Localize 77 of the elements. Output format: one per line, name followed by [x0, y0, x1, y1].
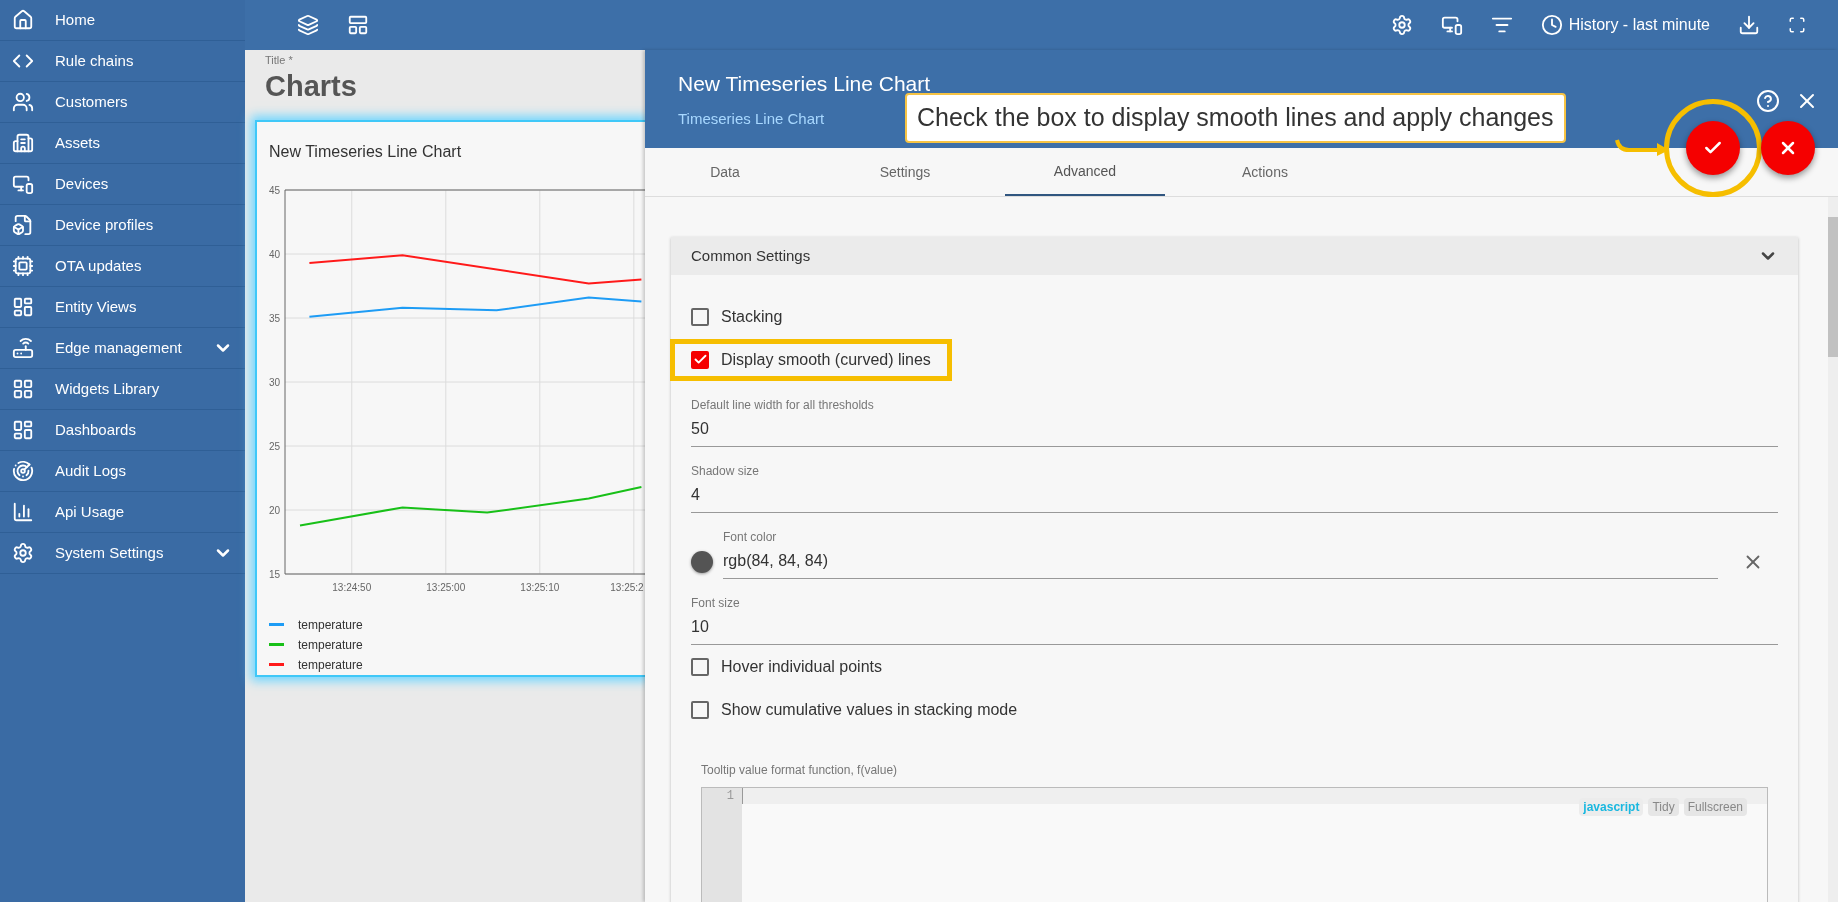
sidebar-item[interactable]: Edge management: [0, 328, 245, 369]
x-tick-label: 13:24:50: [332, 582, 372, 593]
checkbox-label: Show cumulative values in stacking mode: [721, 699, 1018, 720]
checkbox-label: Display smooth (curved) lines: [721, 349, 931, 370]
sidebar-item-icon: [12, 337, 34, 359]
sidebar-item[interactable]: Dashboards: [0, 410, 245, 451]
editor-button[interactable]: Fullscreen: [1683, 798, 1747, 816]
sidebar-item-icon: [12, 378, 34, 400]
sidebar-item[interactable]: Device profiles: [0, 205, 245, 246]
y-tick-label: 25: [268, 441, 280, 452]
timewindow-button[interactable]: History - last minute: [1540, 13, 1710, 37]
panel-subtitle: Timeseries Line Chart: [678, 108, 825, 129]
y-tick-label: 30: [268, 377, 280, 388]
y-tick-label: 15: [268, 569, 280, 580]
settings-icon[interactable]: [1390, 14, 1413, 36]
y-tick-label: 20: [268, 505, 280, 516]
sidebar-item[interactable]: Assets: [0, 123, 245, 164]
section-header[interactable]: Common Settings: [671, 237, 1798, 275]
x-tick-label: 13:25:2: [610, 582, 644, 593]
y-tick-label: 35: [268, 313, 280, 324]
y-tick-label: 45: [268, 185, 280, 196]
sidebar-item[interactable]: Devices: [0, 164, 245, 205]
sidebar-item-icon: [12, 91, 34, 113]
widget-title: New Timeseries Line Chart: [268, 142, 463, 162]
scrollbar-thumb[interactable]: [1828, 217, 1838, 357]
sidebar-item-icon: [12, 296, 34, 318]
sidebar-item[interactable]: Widgets Library: [0, 369, 245, 410]
sidebar-item[interactable]: Audit Logs: [0, 451, 245, 492]
x-tick-label: 13:25:10: [520, 582, 560, 593]
devices-icon[interactable]: [1440, 14, 1463, 36]
clock-icon: [1540, 14, 1563, 36]
sidebar-item-icon: [12, 132, 34, 154]
sidebar-item[interactable]: Home: [0, 0, 245, 41]
layout-icon[interactable]: [347, 14, 369, 36]
tab[interactable]: Actions: [1185, 148, 1345, 196]
sidebar-item-icon: [12, 255, 34, 277]
tab[interactable]: Advanced: [1005, 148, 1165, 196]
sidebar-item-icon: [12, 419, 34, 441]
legend-label: temperature: [298, 616, 363, 634]
callout-tooltip: Check the box to display smooth lines and apply changes: [905, 93, 1566, 143]
sidebar-item[interactable]: OTA updates: [0, 246, 245, 287]
sidebar-item[interactable]: System Settings: [0, 533, 245, 574]
layers-icon[interactable]: [297, 14, 319, 36]
sidebar-item[interactable]: Entity Views: [0, 287, 245, 328]
checkbox[interactable]: [691, 700, 709, 719]
text-field[interactable]: Font size 10: [691, 579, 1778, 645]
line-number: 1: [726, 788, 734, 804]
color-swatch[interactable]: [691, 551, 713, 573]
checkbox[interactable]: [691, 307, 709, 326]
checkbox-label: Stacking: [721, 306, 783, 327]
dashboard-title[interactable]: Charts: [255, 68, 357, 103]
checkbox[interactable]: [691, 350, 709, 369]
sidebar-item-icon: [12, 501, 34, 523]
text-field[interactable]: Default line width for all thresholds 50: [691, 381, 1778, 447]
color-field[interactable]: Font color rgb(84, 84, 84): [723, 528, 1718, 579]
fullscreen-icon[interactable]: [1788, 16, 1806, 34]
y-tick-label: 40: [268, 249, 280, 260]
editor-label: Tooltip value format function, f(value): [701, 762, 899, 779]
editor-button[interactable]: Tidy: [1648, 798, 1679, 816]
help-icon[interactable]: [1756, 89, 1780, 113]
sidebar-item-icon: [12, 542, 34, 564]
title-label: Title *: [264, 53, 293, 68]
download-icon[interactable]: [1738, 14, 1760, 36]
check-icon: [692, 352, 708, 367]
x-tick-label: 13:25:00: [426, 582, 466, 593]
sidebar-item-icon: [12, 173, 34, 195]
text-field[interactable]: Shadow size 4: [691, 447, 1778, 513]
tab[interactable]: Settings: [825, 148, 985, 196]
sidebar-item-icon: [12, 214, 34, 236]
code-editor[interactable]: 1 javascript Tidy Fullscreen: [701, 787, 1768, 902]
tab[interactable]: Data: [645, 148, 805, 196]
sidebar-item-icon: [12, 460, 34, 482]
legend-label: temperature: [298, 656, 363, 674]
legend-label: temperature: [298, 636, 363, 654]
checkbox[interactable]: [691, 657, 709, 676]
sidebar-item-icon: [12, 9, 34, 31]
checkbox-label: Hover individual points: [721, 656, 882, 677]
